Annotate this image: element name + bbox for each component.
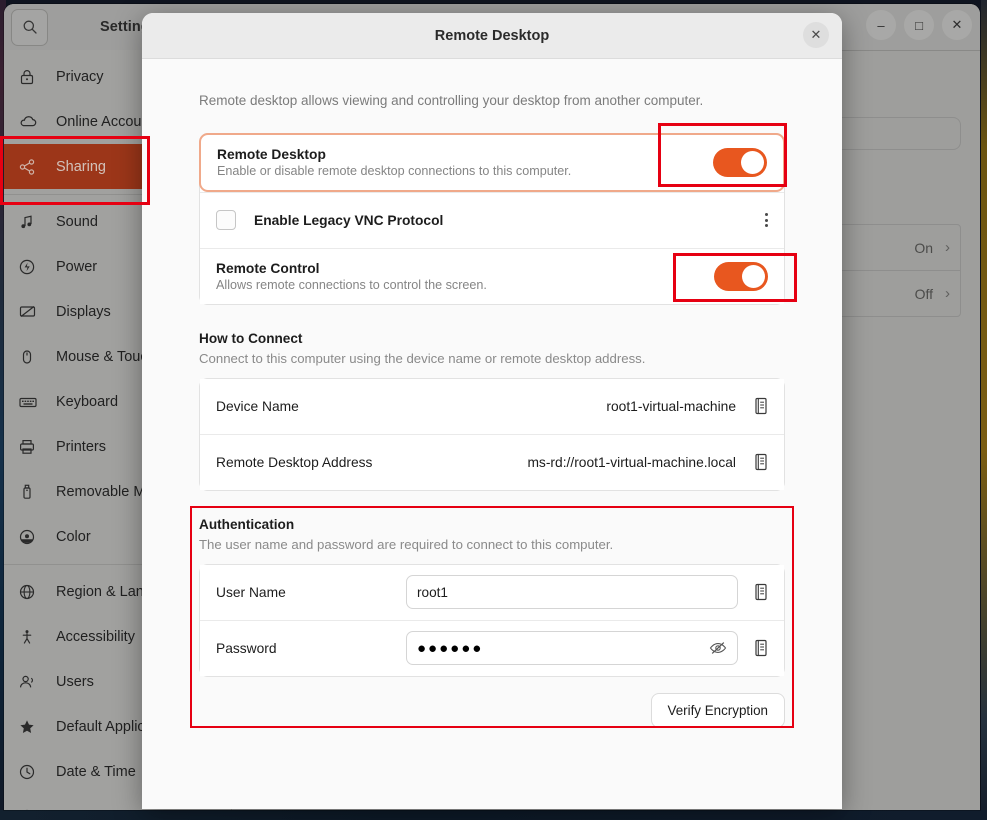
dialog-intro-text: Remote desktop allows viewing and contro… xyxy=(199,93,704,108)
color-wheel-icon xyxy=(18,526,44,548)
sidebar-item-label: About xyxy=(56,809,94,811)
device-name-row: Device Name root1-virtual-machine xyxy=(200,378,784,434)
background-row[interactable]: On › xyxy=(830,225,960,270)
accessibility-icon xyxy=(18,626,44,648)
user-name-row: User Name root1 xyxy=(200,564,784,620)
user-name-input[interactable]: root1 xyxy=(406,575,738,610)
sidebar-item-label: Color xyxy=(56,528,91,545)
connection-info-card: Device Name root1-virtual-machine Remote… xyxy=(199,377,785,491)
how-to-connect-heading: How to Connect xyxy=(199,330,303,346)
remote-desktop-subtitle: Enable or disable remote desktop connect… xyxy=(217,163,572,178)
maximize-button[interactable]: □ xyxy=(904,10,934,40)
window-controls: – □ ✕ xyxy=(866,10,972,40)
background-row-value: On xyxy=(914,239,933,256)
mouse-icon xyxy=(18,346,44,368)
legacy-vnc-checkbox[interactable] xyxy=(216,210,236,231)
eye-slash-icon[interactable] xyxy=(709,640,727,656)
dialog-close-button[interactable]: ✕ xyxy=(803,22,829,48)
sidebar-item-label: Sound xyxy=(56,213,98,230)
search-button[interactable] xyxy=(11,8,48,46)
sidebar-item-label: Date & Time xyxy=(56,763,136,780)
sidebar-item-label: Printers xyxy=(56,438,106,455)
copy-icon[interactable] xyxy=(752,452,770,472)
remote-control-subtitle: Allows remote connections to control the… xyxy=(216,277,487,292)
remote-desktop-address-row: Remote Desktop Address ms-rd://root1-vir… xyxy=(200,433,784,490)
globe-icon xyxy=(18,581,44,603)
sidebar-item-label: Accessibility xyxy=(56,628,135,645)
desktop-background-right xyxy=(981,0,987,820)
screen: Settings – □ ✕ Privacy Online Accounts S… xyxy=(0,0,987,820)
music-note-icon xyxy=(18,211,44,233)
background-settings-list: On › Off › xyxy=(829,224,961,317)
remote-desktop-dialog: Remote Desktop ✕ Remote desktop allows v… xyxy=(142,13,842,809)
cloud-icon xyxy=(18,111,44,133)
remote-desktop-title: Remote Desktop xyxy=(217,146,326,162)
sidebar-item-label: Users xyxy=(56,673,94,690)
close-button[interactable]: ✕ xyxy=(942,10,972,40)
sidebar-item-label: Sharing xyxy=(56,158,106,175)
minimize-button[interactable]: – xyxy=(866,10,896,40)
background-row[interactable]: Off › xyxy=(830,270,960,316)
kebab-menu-icon[interactable] xyxy=(765,213,768,228)
background-row-value: Off xyxy=(914,285,933,302)
verify-encryption-wrap: Verify Encryption xyxy=(199,692,785,728)
device-name-value: root1-virtual-machine xyxy=(606,398,736,414)
remote-control-toggle[interactable] xyxy=(714,261,768,291)
share-nodes-icon xyxy=(18,156,44,178)
toggle-knob xyxy=(742,264,765,288)
password-value: ●●●●●● xyxy=(417,639,484,657)
remote-desktop-card: Remote Desktop Enable or disable remote … xyxy=(199,132,785,305)
chevron-right-icon: › xyxy=(945,285,950,302)
verify-encryption-button[interactable]: Verify Encryption xyxy=(650,692,785,728)
password-row: Password ●●●●●● xyxy=(200,619,784,676)
remote-control-row-texts: Remote Control Allows remote connections… xyxy=(216,261,714,292)
copy-icon[interactable] xyxy=(752,582,770,602)
toggle-knob xyxy=(741,150,764,174)
dialog-title: Remote Desktop xyxy=(434,27,550,44)
lock-icon xyxy=(18,66,44,88)
star-icon xyxy=(18,716,44,738)
device-name-label: Device Name xyxy=(216,398,299,414)
remote-desktop-toggle[interactable] xyxy=(713,147,767,177)
clock-icon xyxy=(18,761,44,783)
authentication-heading: Authentication xyxy=(199,516,295,532)
usb-drive-icon xyxy=(18,481,44,503)
authentication-card: User Name root1 Password ●●●●●● xyxy=(199,563,785,677)
remote-control-row[interactable]: Remote Control Allows remote connections… xyxy=(200,247,784,304)
sidebar-item-label: Displays xyxy=(56,303,111,320)
password-input[interactable]: ●●●●●● xyxy=(406,631,738,666)
copy-icon[interactable] xyxy=(752,638,770,658)
legacy-vnc-row[interactable]: Enable Legacy VNC Protocol xyxy=(200,191,784,248)
background-search-field xyxy=(829,117,961,150)
remote-desktop-address-value: ms-rd://root1-virtual-machine.local xyxy=(527,454,736,470)
remote-desktop-row-texts: Remote Desktop Enable or disable remote … xyxy=(217,147,713,178)
desktop-background-bottom xyxy=(0,810,987,820)
remote-control-title: Remote Control xyxy=(216,260,320,276)
dialog-header: Remote Desktop ✕ xyxy=(142,13,842,59)
users-icon xyxy=(18,671,44,693)
chevron-right-icon: › xyxy=(945,239,950,256)
keyboard-icon xyxy=(18,391,44,413)
display-icon xyxy=(18,301,44,323)
info-icon xyxy=(18,806,44,810)
password-label: Password xyxy=(216,640,277,656)
remote-desktop-address-label: Remote Desktop Address xyxy=(216,454,373,470)
sidebar-item-label: Keyboard xyxy=(56,393,119,410)
sidebar-item-label: Power xyxy=(56,258,98,275)
copy-icon[interactable] xyxy=(752,396,770,416)
authentication-description: The user name and password are required … xyxy=(199,536,614,552)
remote-desktop-row[interactable]: Remote Desktop Enable or disable remote … xyxy=(199,132,785,192)
dialog-body: Remote desktop allows viewing and contro… xyxy=(142,59,842,728)
legacy-vnc-label: Enable Legacy VNC Protocol xyxy=(254,212,444,228)
how-to-connect-description: Connect to this computer using the devic… xyxy=(199,350,646,366)
search-icon xyxy=(23,20,37,34)
user-name-label: User Name xyxy=(216,584,286,600)
power-icon xyxy=(18,256,44,278)
sidebar-item-label: Privacy xyxy=(56,68,104,85)
printer-icon xyxy=(18,436,44,458)
